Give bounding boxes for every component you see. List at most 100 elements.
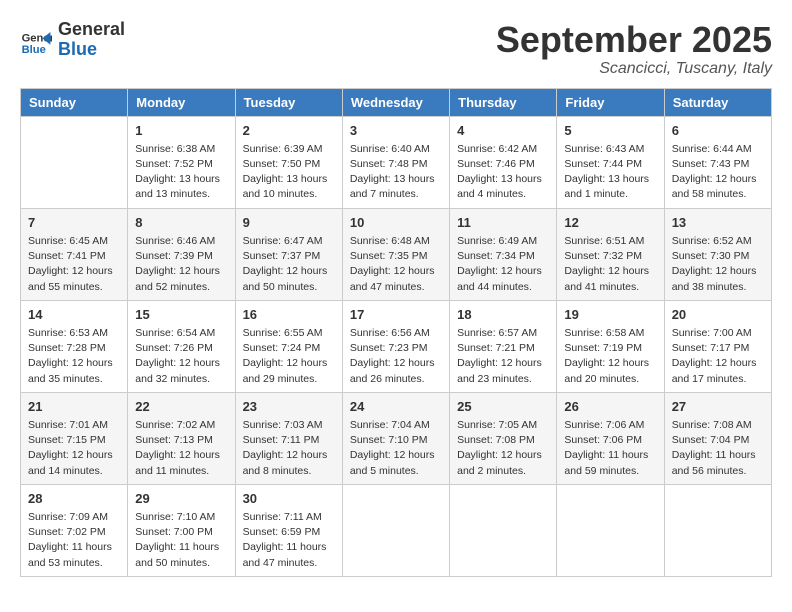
svg-text:Blue: Blue [22, 44, 46, 56]
cell-content: Sunrise: 6:58 AM Sunset: 7:19 PM Dayligh… [564, 326, 656, 387]
cell-content: Sunrise: 7:02 AM Sunset: 7:13 PM Dayligh… [135, 418, 227, 479]
calendar-cell: 30 Sunrise: 7:11 AM Sunset: 6:59 PM Dayli… [235, 484, 342, 576]
calendar-cell: 12 Sunrise: 6:51 AM Sunset: 7:32 PM Dayli… [557, 208, 664, 300]
calendar-week-row: 7Sunrise: 6:45 AM Sunset: 7:41 PM Daylig… [21, 208, 772, 300]
calendar-cell [21, 116, 128, 208]
calendar-cell: 27Sunrise: 7:08 AM Sunset: 7:04 PM Dayli… [664, 392, 771, 484]
day-number: 19 [564, 306, 656, 324]
calendar-cell: 15 Sunrise: 6:54 AM Sunset: 7:26 PM Dayli… [128, 300, 235, 392]
calendar-cell [557, 484, 664, 576]
cell-content: Sunrise: 7:10 AM Sunset: 7:00 PM Dayligh… [135, 510, 227, 571]
calendar-cell: 24 Sunrise: 7:04 AM Sunset: 7:10 PM Dayli… [342, 392, 449, 484]
day-number: 14 [28, 306, 120, 324]
cell-content: Sunrise: 6:54 AM Sunset: 7:26 PM Dayligh… [135, 326, 227, 387]
day-number: 12 [564, 214, 656, 232]
day-number: 24 [350, 398, 442, 416]
column-header-wednesday: Wednesday [342, 88, 449, 116]
calendar-cell: 1Sunrise: 6:38 AM Sunset: 7:52 PM Daylig… [128, 116, 235, 208]
column-header-thursday: Thursday [450, 88, 557, 116]
cell-content: Sunrise: 6:38 AM Sunset: 7:52 PM Dayligh… [135, 142, 227, 203]
calendar-cell: 4 Sunrise: 6:42 AM Sunset: 7:46 PM Daylig… [450, 116, 557, 208]
day-number: 6 [672, 122, 764, 140]
calendar-cell: 17 Sunrise: 6:56 AM Sunset: 7:23 PM Dayli… [342, 300, 449, 392]
calendar-cell: 26 Sunrise: 7:06 AM Sunset: 7:06 PM Dayli… [557, 392, 664, 484]
day-number: 21 [28, 398, 120, 416]
column-header-tuesday: Tuesday [235, 88, 342, 116]
day-number: 18 [457, 306, 549, 324]
calendar-cell [664, 484, 771, 576]
column-header-monday: Monday [128, 88, 235, 116]
cell-content: Sunrise: 6:39 AM Sunset: 7:50 PM Dayligh… [243, 142, 335, 203]
calendar-cell: 28 Sunrise: 7:09 AM Sunset: 7:02 PM Dayli… [21, 484, 128, 576]
day-number: 23 [243, 398, 335, 416]
cell-content: Sunrise: 6:55 AM Sunset: 7:24 PM Dayligh… [243, 326, 335, 387]
calendar-cell: 22 Sunrise: 7:02 AM Sunset: 7:13 PM Dayli… [128, 392, 235, 484]
day-number: 8 [135, 214, 227, 232]
cell-content: Sunrise: 7:05 AM Sunset: 7:08 PM Dayligh… [457, 418, 549, 479]
cell-content: Sunrise: 7:00 AM Sunset: 7:17 PM Dayligh… [672, 326, 764, 387]
calendar-cell: 19 Sunrise: 6:58 AM Sunset: 7:19 PM Dayli… [557, 300, 664, 392]
calendar-week-row: 21 Sunrise: 7:01 AM Sunset: 7:15 PM Dayli… [21, 392, 772, 484]
calendar-cell: 6 Sunrise: 6:44 AM Sunset: 7:43 PM Daylig… [664, 116, 771, 208]
day-number: 3 [350, 122, 442, 140]
column-header-saturday: Saturday [664, 88, 771, 116]
day-number: 4 [457, 122, 549, 140]
cell-content: Sunrise: 7:01 AM Sunset: 7:15 PM Dayligh… [28, 418, 120, 479]
day-number: 13 [672, 214, 764, 232]
cell-content: Sunrise: 6:44 AM Sunset: 7:43 PM Dayligh… [672, 142, 764, 203]
cell-content: Sunrise: 6:43 AM Sunset: 7:44 PM Dayligh… [564, 142, 656, 203]
title-block: September 2025 Scancicci, Tuscany, Italy [496, 20, 772, 78]
cell-content: Sunrise: 6:42 AM Sunset: 7:46 PM Dayligh… [457, 142, 549, 203]
cell-content: Sunrise: 7:06 AM Sunset: 7:06 PM Dayligh… [564, 418, 656, 479]
calendar-cell: 14 Sunrise: 6:53 AM Sunset: 7:28 PM Dayli… [21, 300, 128, 392]
cell-content: Sunrise: 6:49 AM Sunset: 7:34 PM Dayligh… [457, 234, 549, 295]
day-number: 7 [28, 214, 120, 232]
cell-content: Sunrise: 6:51 AM Sunset: 7:32 PM Dayligh… [564, 234, 656, 295]
cell-content: Sunrise: 6:46 AM Sunset: 7:39 PM Dayligh… [135, 234, 227, 295]
calendar-cell: 10Sunrise: 6:48 AM Sunset: 7:35 PM Dayli… [342, 208, 449, 300]
page-header: General Blue General Blue September 2025… [20, 20, 772, 78]
day-number: 9 [243, 214, 335, 232]
cell-content: Sunrise: 6:53 AM Sunset: 7:28 PM Dayligh… [28, 326, 120, 387]
month-title: September 2025 [496, 20, 772, 60]
calendar-cell: 20Sunrise: 7:00 AM Sunset: 7:17 PM Dayli… [664, 300, 771, 392]
logo: General Blue General Blue [20, 20, 125, 60]
cell-content: Sunrise: 7:11 AM Sunset: 6:59 PM Dayligh… [243, 510, 335, 571]
day-number: 28 [28, 490, 120, 508]
day-number: 5 [564, 122, 656, 140]
day-number: 30 [243, 490, 335, 508]
cell-content: Sunrise: 6:40 AM Sunset: 7:48 PM Dayligh… [350, 142, 442, 203]
logo-blue: Blue [58, 40, 125, 60]
calendar-cell: 5 Sunrise: 6:43 AM Sunset: 7:44 PM Daylig… [557, 116, 664, 208]
cell-content: Sunrise: 6:48 AM Sunset: 7:35 PM Dayligh… [350, 234, 442, 295]
cell-content: Sunrise: 7:04 AM Sunset: 7:10 PM Dayligh… [350, 418, 442, 479]
column-header-sunday: Sunday [21, 88, 128, 116]
calendar-header-row: SundayMondayTuesdayWednesdayThursdayFrid… [21, 88, 772, 116]
calendar-week-row: 28 Sunrise: 7:09 AM Sunset: 7:02 PM Dayli… [21, 484, 772, 576]
day-number: 2 [243, 122, 335, 140]
cell-content: Sunrise: 6:52 AM Sunset: 7:30 PM Dayligh… [672, 234, 764, 295]
cell-content: Sunrise: 6:57 AM Sunset: 7:21 PM Dayligh… [457, 326, 549, 387]
day-number: 11 [457, 214, 549, 232]
calendar-week-row: 1Sunrise: 6:38 AM Sunset: 7:52 PM Daylig… [21, 116, 772, 208]
calendar-cell: 2 Sunrise: 6:39 AM Sunset: 7:50 PM Daylig… [235, 116, 342, 208]
calendar-cell: 3 Sunrise: 6:40 AM Sunset: 7:48 PM Daylig… [342, 116, 449, 208]
day-number: 15 [135, 306, 227, 324]
location-subtitle: Scancicci, Tuscany, Italy [496, 60, 772, 78]
cell-content: Sunrise: 7:09 AM Sunset: 7:02 PM Dayligh… [28, 510, 120, 571]
calendar-cell: 16 Sunrise: 6:55 AM Sunset: 7:24 PM Dayli… [235, 300, 342, 392]
column-header-friday: Friday [557, 88, 664, 116]
day-number: 17 [350, 306, 442, 324]
day-number: 22 [135, 398, 227, 416]
calendar-cell: 25Sunrise: 7:05 AM Sunset: 7:08 PM Dayli… [450, 392, 557, 484]
cell-content: Sunrise: 6:56 AM Sunset: 7:23 PM Dayligh… [350, 326, 442, 387]
calendar-table: SundayMondayTuesdayWednesdayThursdayFrid… [20, 88, 772, 577]
calendar-cell [450, 484, 557, 576]
day-number: 16 [243, 306, 335, 324]
cell-content: Sunrise: 6:47 AM Sunset: 7:37 PM Dayligh… [243, 234, 335, 295]
day-number: 29 [135, 490, 227, 508]
calendar-cell: 29 Sunrise: 7:10 AM Sunset: 7:00 PM Dayli… [128, 484, 235, 576]
logo-icon: General Blue [20, 24, 52, 56]
day-number: 27 [672, 398, 764, 416]
day-number: 26 [564, 398, 656, 416]
